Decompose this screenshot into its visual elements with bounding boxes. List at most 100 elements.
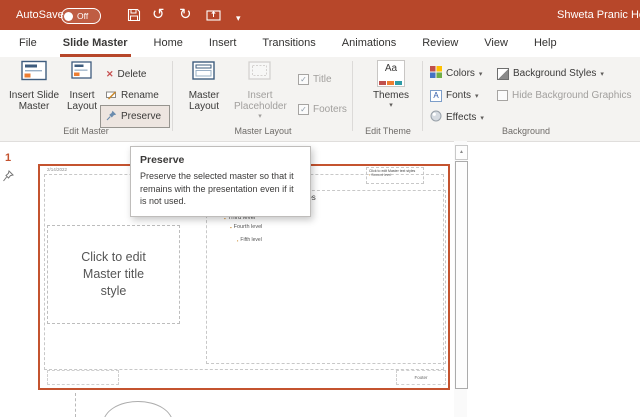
themes-button[interactable]: Aa Themes ▾ (362, 60, 420, 109)
powerpoint-window: AutoSave Off ↺ ↻ ▾ Shweta Pranic Heali F… (0, 0, 640, 417)
preserve-icon (106, 110, 117, 124)
tab-animations[interactable]: Animations (329, 30, 409, 57)
delete-label: Delete (118, 69, 147, 80)
title-checkbox[interactable]: ✓ Title (298, 71, 332, 88)
date-footer-placeholder[interactable] (47, 370, 119, 385)
undo-icon[interactable]: ↺ (152, 4, 165, 26)
redo-icon[interactable]: ↻ (179, 4, 192, 26)
rename-icon (106, 89, 117, 103)
slide-thumbnail-number[interactable]: 1 (5, 152, 11, 164)
colors-button[interactable]: Colors ▾ (430, 65, 482, 82)
master-title-placeholder[interactable]: Click to edit Master title style (47, 225, 180, 324)
group-separator (172, 61, 173, 131)
footers-checkbox-icon: ✓ (298, 104, 309, 115)
background-styles-button[interactable]: Background Styles ▾ (497, 65, 604, 82)
effects-dropdown-icon: ▾ (480, 114, 484, 122)
preserve-tooltip: Preserve Preserve the selected master so… (130, 146, 311, 217)
rename-label: Rename (121, 90, 159, 101)
group-label-edit-master: Edit Master (6, 126, 166, 136)
rename-button[interactable]: Rename (106, 87, 159, 104)
customize-toolbar-icon[interactable]: ▾ (236, 7, 241, 29)
effects-icon (430, 110, 442, 125)
tooltip-title: Preserve (140, 154, 301, 166)
master-layout-label: Master Layout (182, 90, 226, 112)
group-label-edit-theme: Edit Theme (356, 126, 420, 136)
title-checkbox-icon: ✓ (298, 74, 309, 85)
scroll-up-button[interactable]: ▲ (455, 145, 468, 160)
ribbon: Insert Slide Master Insert Layout ✕ Dele… (0, 57, 640, 142)
group-label-background: Background (426, 126, 626, 136)
tab-view[interactable]: View (471, 30, 521, 57)
delete-button[interactable]: ✕ Delete (106, 66, 146, 83)
title-checkbox-label: Title (313, 74, 332, 85)
background-styles-dropdown-icon: ▾ (600, 70, 604, 78)
group-separator (352, 61, 353, 131)
tab-help[interactable]: Help (521, 30, 570, 57)
colors-icon (430, 66, 442, 81)
bullet-label: Fourth level (234, 224, 263, 230)
colors-label: Colors (446, 68, 475, 79)
hide-background-graphics-checkbox[interactable]: Hide Background Graphics (497, 87, 638, 104)
mini-text-line-label: Second level (371, 173, 391, 177)
effects-label: Effects (446, 112, 476, 123)
themes-icon-text: Aa (378, 63, 404, 74)
footer-placeholder[interactable]: Footer (396, 370, 446, 385)
group-label-master-layout: Master Layout (176, 126, 350, 136)
insert-slide-master-button[interactable]: Insert Slide Master (6, 60, 62, 112)
bullet-line: ▪Fourth level (230, 224, 262, 230)
tooltip-body: Preserve the selected master so that it … (140, 170, 301, 208)
master-layout-icon (192, 60, 216, 87)
insert-placeholder-button[interactable]: Insert Placeholder ▾ (232, 60, 288, 120)
autosave-label: AutoSave (16, 9, 64, 21)
effects-button[interactable]: Effects ▾ (430, 109, 484, 126)
footers-checkbox[interactable]: ✓ Footers (298, 101, 347, 118)
account-name[interactable]: Shweta Pranic Heali (557, 9, 640, 21)
pin-icon[interactable] (2, 170, 14, 188)
theme-color-swatch (395, 81, 402, 85)
background-styles-icon (497, 68, 509, 80)
mini-text-placeholder[interactable]: Click to edit Master text styles ▪ Secon… (366, 167, 424, 184)
date-placeholder[interactable]: 2/14/2022 (47, 167, 67, 172)
master-title-text: Click to edit Master title style (74, 249, 154, 300)
delete-icon: ✕ (106, 69, 114, 80)
insert-layout-icon (71, 60, 93, 87)
hide-background-graphics-checkbox-icon (497, 90, 508, 101)
background-styles-label: Background Styles (513, 68, 596, 79)
tab-review[interactable]: Review (409, 30, 471, 57)
insert-placeholder-label: Insert Placeholder (234, 90, 286, 112)
tab-insert[interactable]: Insert (196, 30, 250, 57)
toggle-knob-icon (64, 12, 73, 21)
master-layout-button[interactable]: Master Layout (180, 60, 228, 112)
fonts-icon: A (430, 90, 442, 102)
group-separator (422, 61, 423, 131)
tab-transitions[interactable]: Transitions (249, 30, 328, 57)
hide-background-graphics-label: Hide Background Graphics (512, 90, 632, 101)
fonts-dropdown-icon: ▾ (475, 92, 479, 100)
tab-slide-master[interactable]: Slide Master (50, 30, 141, 57)
next-slide-shape[interactable] (103, 401, 173, 417)
tab-file[interactable]: File (6, 30, 50, 57)
theme-color-swatch (379, 81, 386, 85)
scrollbar-thumb[interactable] (455, 161, 468, 389)
autosave-toggle[interactable]: Off (61, 8, 101, 24)
ribbon-tab-bar: File Slide Master Home Insert Transition… (0, 30, 640, 57)
insert-placeholder-dropdown-icon: ▾ (258, 112, 262, 120)
slideshow-icon[interactable] (206, 8, 222, 27)
bullet-line: ▪Fifth level (237, 237, 262, 243)
insert-layout-button[interactable]: Insert Layout (61, 60, 103, 112)
theme-color-swatch (387, 81, 394, 85)
themes-icon: Aa (377, 60, 405, 87)
footers-checkbox-label: Footers (313, 104, 347, 115)
fonts-button[interactable]: A Fonts ▾ (430, 87, 479, 104)
fonts-label: Fonts (446, 90, 471, 101)
next-slide-placeholder-edge (75, 393, 76, 417)
colors-dropdown-icon: ▾ (479, 70, 483, 78)
insert-slide-master-icon (21, 60, 47, 87)
preserve-button[interactable]: Preserve (106, 108, 161, 125)
autosave-state: Off (77, 11, 88, 21)
save-icon[interactable] (127, 8, 141, 27)
insert-slide-master-label: Insert Slide Master (7, 90, 61, 112)
bullet-label: Fifth level (240, 237, 261, 243)
themes-label: Themes (373, 90, 409, 101)
tab-home[interactable]: Home (141, 30, 196, 57)
